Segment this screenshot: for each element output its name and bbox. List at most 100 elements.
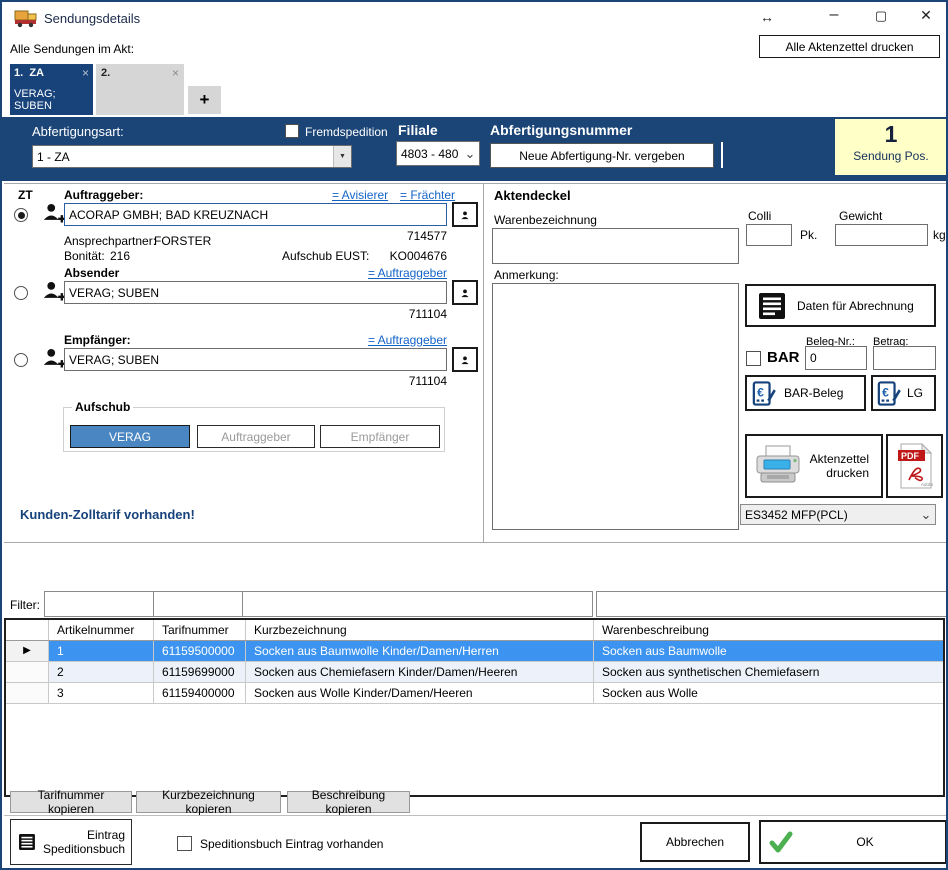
empfaenger-auftraggeber-link[interactable]: = Auftraggeber — [362, 333, 447, 347]
panels-top-line — [4, 183, 946, 184]
toolbar-divider — [721, 142, 723, 168]
copy-kurzbezeichnung-button[interactable]: Kurzbezeichnung kopieren — [136, 791, 281, 813]
cancel-button[interactable]: Abbrechen — [640, 822, 750, 862]
add-person-icon[interactable] — [42, 201, 66, 225]
aufschub-verag-button[interactable]: VERAG — [70, 425, 190, 448]
add-person-icon[interactable] — [42, 346, 66, 370]
minimize-icon[interactable]: – — [824, 6, 844, 24]
svg-text:Adobe: Adobe — [921, 482, 933, 487]
anmerkung-textarea[interactable] — [492, 283, 739, 530]
abfertigungsart-select[interactable]: 1 - ZA ▼ — [32, 145, 352, 168]
bonitaet-label: Bonität: — [64, 249, 105, 263]
table-row[interactable]: ▶ 1 61159500000 Socken aus Baumwolle Kin… — [6, 641, 943, 662]
alle-aktenzettel-drucken-button[interactable]: Alle Aktenzettel drucken — [759, 35, 940, 58]
ok-button[interactable]: OK — [759, 820, 947, 864]
bonitaet-value: 216 — [110, 249, 130, 263]
sendung-pos-label: Sendung Pos. — [835, 149, 947, 163]
fremdspedition-checkbox[interactable] — [285, 124, 299, 138]
absender-auftraggeber-link[interactable]: = Auftraggeber — [362, 266, 447, 280]
pdf-icon: PDF Adobe — [897, 443, 933, 489]
auftraggeber-number: 714577 — [382, 229, 447, 243]
printer-select[interactable]: ES3452 MFP(PCL) ⌄ — [740, 504, 936, 525]
aufschub-eust-value: KO004676 — [382, 249, 447, 263]
copy-beschreibung-button[interactable]: Beschreibung kopieren — [287, 791, 410, 813]
maximize-icon[interactable]: ▢ — [871, 8, 891, 24]
ansprechpartner-label: Ansprechpartner: — [64, 234, 156, 248]
gewicht-input[interactable] — [835, 224, 928, 246]
table-row[interactable]: 2 61159699000 Socken aus Chemiefasern Ki… — [6, 662, 943, 683]
alle-sendungen-label: Alle Sendungen im Akt: — [10, 42, 134, 56]
filter-kurzbezeichnung-input[interactable] — [242, 591, 593, 617]
col-tarifnummer[interactable]: Tarifnummer — [154, 620, 246, 640]
empfaenger-input[interactable] — [64, 348, 447, 371]
contact-card-icon — [460, 207, 470, 223]
neue-abfertigung-button[interactable]: Neue Abfertigung-Nr. vergeben — [490, 143, 714, 168]
pk-label: Pk. — [800, 228, 817, 242]
table-row[interactable]: 3 61159400000 Socken aus Wolle Kinder/Da… — [6, 683, 943, 704]
absender-input[interactable] — [64, 281, 447, 304]
add-person-icon[interactable] — [42, 279, 66, 303]
empfaenger-radio[interactable] — [14, 353, 28, 367]
row-selector-arrow[interactable]: ▶ — [6, 641, 49, 661]
ansprechpartner-value: FORSTER — [154, 234, 211, 248]
empfaenger-contact-button[interactable] — [452, 347, 478, 372]
auftraggeber-input[interactable] — [64, 203, 447, 226]
copy-tarifnummer-button[interactable]: Tarifnummer kopieren — [10, 791, 132, 813]
aktenzettel-drucken-button[interactable]: Aktenzettel drucken — [745, 434, 883, 498]
svg-text:€: € — [882, 385, 889, 399]
filiale-select[interactable]: 4803 - 480 ⌄ — [396, 141, 480, 166]
close-icon[interactable]: ✕ — [916, 7, 936, 24]
auftraggeber-radio[interactable] — [14, 208, 28, 222]
contact-card-icon — [460, 285, 470, 301]
bar-checkbox[interactable] — [746, 351, 761, 366]
tab-sendung-1[interactable]: × 1. ZA VERAG; SUBEN — [10, 64, 93, 115]
anmerkung-label: Anmerkung: — [494, 268, 559, 282]
filiale-label: Filiale — [398, 122, 438, 138]
filter-warenbeschreibung-input[interactable] — [596, 591, 947, 617]
window-title: Sendungsdetails — [44, 11, 140, 26]
col-kurzbezeichnung[interactable]: Kurzbezeichnung — [246, 620, 594, 640]
absender-contact-button[interactable] — [452, 280, 478, 305]
filter-tarifnummer-input[interactable] — [153, 591, 243, 617]
aufschub-auftraggeber-button[interactable]: Auftraggeber — [197, 425, 315, 448]
eintrag-speditionsbuch-button[interactable]: Eintrag Speditionsbuch — [10, 819, 132, 865]
abfertigungsnummer-label: Abfertigungsnummer — [490, 122, 632, 138]
add-tab-button[interactable]: + — [188, 86, 221, 114]
pdf-button[interactable]: PDF Adobe — [886, 434, 943, 498]
list-icon — [19, 829, 35, 855]
col-artikelnummer[interactable]: Artikelnummer — [49, 620, 154, 640]
chevron-down-icon: ⌄ — [461, 149, 479, 159]
fraechter-link[interactable]: = Frächter — [400, 188, 455, 202]
lg-button[interactable]: € LG — [871, 375, 936, 411]
aufschub-empfaenger-button[interactable]: Empfänger — [320, 425, 440, 448]
tab-2-close-icon[interactable]: × — [172, 68, 179, 78]
betrag-input[interactable] — [873, 346, 936, 370]
absender-label: Absender — [64, 266, 119, 280]
avisierer-link[interactable]: = Avisierer — [332, 188, 388, 202]
dropdown-arrow-icon[interactable]: ▼ — [333, 146, 351, 167]
resize-icon[interactable]: ↔ — [757, 9, 777, 25]
abfertigungsart-label: Abfertigungsart: — [32, 124, 124, 139]
speditionsbuch-checkbox-label: Speditionsbuch Eintrag vorhanden — [200, 837, 383, 851]
filter-artikelnummer-input[interactable] — [44, 591, 154, 617]
bar-beleg-button[interactable]: € BAR-Beleg — [745, 375, 866, 411]
speditionsbuch-checkbox[interactable] — [177, 836, 192, 851]
tab-sendung-2[interactable]: × 2. — [96, 64, 184, 115]
empfaenger-number: 711104 — [382, 374, 447, 388]
absender-radio[interactable] — [14, 286, 28, 300]
daten-abrechnung-button[interactable]: Daten für Abrechnung — [745, 284, 936, 327]
colli-input[interactable] — [746, 224, 792, 246]
kg-label: kg — [933, 228, 946, 242]
auftraggeber-label: Auftraggeber: — [64, 188, 143, 202]
warenbezeichnung-label: Warenbezeichnung — [494, 213, 597, 227]
tab-1-line3: SUBEN — [14, 100, 89, 112]
euro-receipt-icon: € — [752, 380, 776, 407]
auftraggeber-contact-button[interactable] — [452, 202, 478, 227]
footer-divider — [4, 815, 946, 816]
warenbezeichnung-textarea[interactable] — [492, 228, 739, 264]
beleg-nr-input[interactable] — [805, 346, 867, 370]
bar-label: BAR — [767, 349, 800, 366]
check-icon — [769, 830, 793, 854]
tab-1-close-icon[interactable]: × — [82, 68, 89, 78]
col-warenbeschreibung[interactable]: Warenbeschreibung — [594, 620, 943, 640]
